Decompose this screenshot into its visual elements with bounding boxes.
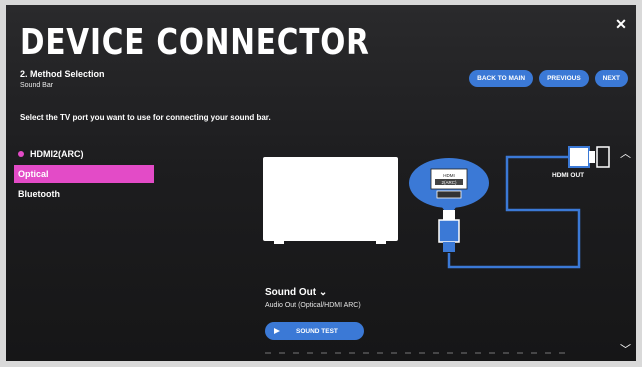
port-label: HDMI2(ARC) [30, 149, 84, 159]
hdmi-out-plug-body [568, 146, 590, 168]
sound-out-value: Audio Out (Optical/HDMI ARC) [265, 302, 361, 309]
device-type: Sound Bar [20, 82, 54, 89]
soundbar-port [596, 146, 610, 168]
play-icon [274, 328, 280, 334]
sound-out-title: Sound Out [265, 287, 317, 298]
tv-stand-left [274, 241, 284, 244]
hdmi-plug-body [438, 219, 460, 243]
navigation-buttons: BACK TO MAIN PREVIOUS NEXT [469, 70, 628, 87]
port-item-bluetooth[interactable]: Bluetooth [14, 185, 154, 203]
sound-test-label: SOUND TEST [296, 327, 338, 335]
port-label-line2: 2(ARC) [441, 180, 457, 185]
step-title: 2. Method Selection [20, 69, 105, 79]
instruction-text: Select the TV port you want to use for c… [20, 113, 271, 122]
chevron-up-icon[interactable]: ︿ [620, 145, 631, 161]
close-icon[interactable]: ✕ [614, 17, 628, 31]
back-to-main-button[interactable]: BACK TO MAIN [469, 70, 534, 87]
chevron-down-icon: ⌄ [318, 287, 328, 298]
port-label-line1: HDMI [443, 173, 455, 178]
port-label: Optical [18, 169, 49, 179]
port-item-hdmi2-arc[interactable]: HDMI2(ARC) [14, 145, 154, 163]
sound-test-button[interactable]: SOUND TEST [265, 322, 364, 340]
scroll-indicator [265, 352, 565, 354]
tv-stand-right [376, 241, 386, 244]
chevron-down-icon[interactable]: ﹀ [620, 341, 631, 357]
hdmi-plug-tip [443, 210, 455, 220]
sound-out-dropdown[interactable]: Sound Out ⌄ [265, 287, 327, 298]
port-label: Bluetooth [18, 189, 60, 199]
previous-button[interactable]: PREVIOUS [539, 70, 589, 87]
hdmi-port-slot [436, 190, 462, 199]
page-title: DEVICE CONNECTOR [20, 22, 370, 63]
port-list: HDMI2(ARC) Optical Bluetooth [14, 145, 154, 205]
connection-diagram: HDMI 2(ARC) [409, 146, 610, 269]
connected-dot-icon [18, 151, 24, 157]
hdmi-out-label: HDMI OUT [552, 172, 585, 179]
device-connector-screen: ✕ DEVICE CONNECTOR 2. Method Selection S… [6, 5, 636, 361]
port-item-optical[interactable]: Optical [14, 165, 154, 183]
next-button[interactable]: NEXT [594, 70, 628, 87]
tv-illustration [263, 157, 398, 241]
